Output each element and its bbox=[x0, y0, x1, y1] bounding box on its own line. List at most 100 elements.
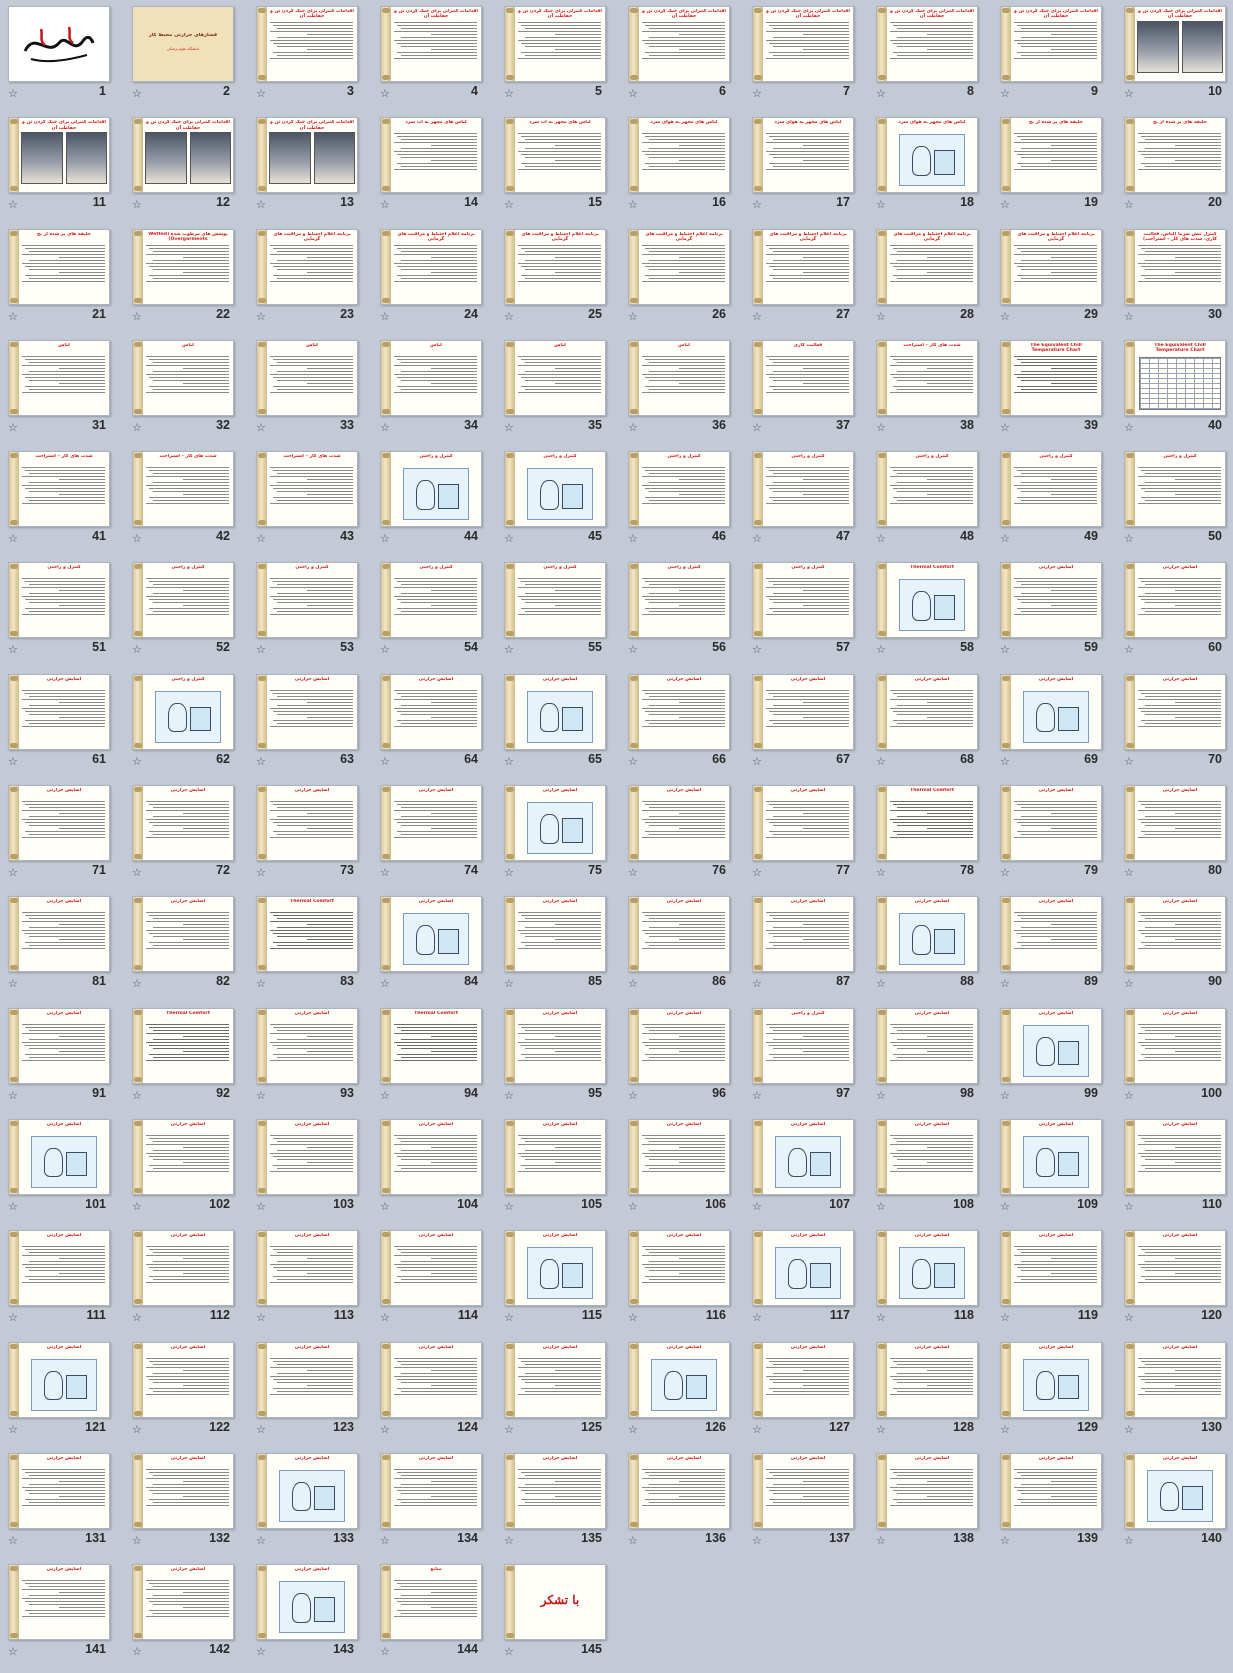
transition-star-icon[interactable]: ☆ bbox=[1124, 311, 1134, 322]
transition-star-icon[interactable]: ☆ bbox=[876, 1424, 886, 1435]
transition-star-icon[interactable]: ☆ bbox=[380, 1090, 390, 1101]
transition-star-icon[interactable]: ☆ bbox=[1000, 311, 1010, 322]
slide-thumbnail[interactable]: جلیقه های پر شده از یخ bbox=[8, 228, 110, 305]
slide-thumbnail[interactable]: اقدامات کنترلی برای خنک کردن تن و حفاظت … bbox=[256, 6, 358, 82]
slide-thumbnail[interactable]: لباس bbox=[132, 339, 234, 416]
transition-star-icon[interactable]: ☆ bbox=[628, 1312, 638, 1323]
transition-star-icon[interactable]: ☆ bbox=[628, 1090, 638, 1101]
slide-thumbnail[interactable]: کنترل و راحتی bbox=[1124, 451, 1226, 528]
slide-thumbnail[interactable]: اقدامات کنترلی برای خنک کردن تن و حفاظت … bbox=[504, 6, 606, 82]
slide-thumbnail[interactable]: آسایش حرارتی bbox=[504, 785, 606, 862]
transition-star-icon[interactable]: ☆ bbox=[132, 1312, 142, 1323]
transition-star-icon[interactable]: ☆ bbox=[132, 1201, 142, 1212]
transition-star-icon[interactable]: ☆ bbox=[8, 978, 18, 989]
transition-star-icon[interactable]: ☆ bbox=[380, 199, 390, 210]
transition-star-icon[interactable]: ☆ bbox=[876, 1535, 886, 1546]
transition-star-icon[interactable]: ☆ bbox=[504, 533, 514, 544]
transition-star-icon[interactable]: ☆ bbox=[1000, 1424, 1010, 1435]
slide-thumbnail[interactable]: برنامه اعلام احتیاط و مراقبت های گرمایی bbox=[628, 228, 730, 305]
transition-star-icon[interactable]: ☆ bbox=[256, 756, 266, 767]
transition-star-icon[interactable]: ☆ bbox=[628, 422, 638, 433]
transition-star-icon[interactable]: ☆ bbox=[8, 1646, 18, 1657]
transition-star-icon[interactable]: ☆ bbox=[8, 199, 18, 210]
slide-thumbnail[interactable]: کنترل و راحتی bbox=[8, 562, 110, 639]
transition-star-icon[interactable]: ☆ bbox=[1124, 1090, 1134, 1101]
transition-star-icon[interactable]: ☆ bbox=[1000, 1201, 1010, 1212]
transition-star-icon[interactable]: ☆ bbox=[380, 422, 390, 433]
transition-star-icon[interactable]: ☆ bbox=[752, 1312, 762, 1323]
transition-star-icon[interactable]: ☆ bbox=[752, 867, 762, 878]
slide-thumbnail[interactable]: کنترل و راحتی bbox=[628, 562, 730, 639]
transition-star-icon[interactable]: ☆ bbox=[752, 1535, 762, 1546]
slide-thumbnail[interactable]: The Equivalent Chill Temperature Chart bbox=[1000, 339, 1102, 416]
transition-star-icon[interactable]: ☆ bbox=[8, 644, 18, 655]
slide-thumbnail[interactable]: اقدامات کنترلی برای خنک کردن تن و حفاظت … bbox=[380, 6, 482, 82]
slide-thumbnail[interactable]: آسایش حرارتی bbox=[8, 785, 110, 862]
transition-star-icon[interactable]: ☆ bbox=[1124, 978, 1134, 989]
transition-star-icon[interactable]: ☆ bbox=[256, 533, 266, 544]
slide-thumbnail[interactable]: آسایش حرارتی bbox=[504, 896, 606, 973]
slide-thumbnail[interactable]: شدت های کار – استراحت bbox=[876, 339, 978, 416]
transition-star-icon[interactable]: ☆ bbox=[752, 978, 762, 989]
slide-thumbnail[interactable]: آسایش حرارتی bbox=[8, 1452, 110, 1529]
transition-star-icon[interactable]: ☆ bbox=[752, 199, 762, 210]
slide-thumbnail[interactable]: برنامه اعلام احتیاط و مراقبت های گرمایی bbox=[256, 228, 358, 305]
slide-thumbnail[interactable]: آسایش حرارتی bbox=[1124, 562, 1226, 639]
transition-star-icon[interactable]: ☆ bbox=[504, 1535, 514, 1546]
transition-star-icon[interactable]: ☆ bbox=[1124, 199, 1134, 210]
slide-thumbnail[interactable]: آسایش حرارتی bbox=[1000, 562, 1102, 639]
slide-thumbnail[interactable]: Thermal Comfort bbox=[132, 1007, 234, 1084]
slide-thumbnail[interactable]: آسایش حرارتی bbox=[1124, 1230, 1226, 1307]
transition-star-icon[interactable]: ☆ bbox=[8, 1090, 18, 1101]
slide-thumbnail[interactable]: آسایش حرارتی bbox=[1000, 896, 1102, 973]
transition-star-icon[interactable]: ☆ bbox=[628, 756, 638, 767]
transition-star-icon[interactable]: ☆ bbox=[1000, 644, 1010, 655]
slide-thumbnail[interactable]: برنامه اعلام احتیاط و مراقبت های گرمایی bbox=[1000, 228, 1102, 305]
slide-thumbnail[interactable]: اقدامات کنترلی برای خنک کردن تن و حفاظت … bbox=[1124, 6, 1226, 82]
transition-star-icon[interactable]: ☆ bbox=[628, 88, 638, 99]
slide-thumbnail[interactable]: آسایش حرارتی bbox=[132, 1230, 234, 1307]
slide-thumbnail[interactable]: آسایش حرارتی bbox=[1000, 1341, 1102, 1418]
slide-thumbnail[interactable]: آسایش حرارتی bbox=[256, 1452, 358, 1529]
transition-star-icon[interactable]: ☆ bbox=[504, 1090, 514, 1101]
transition-star-icon[interactable]: ☆ bbox=[380, 1201, 390, 1212]
slide-thumbnail[interactable]: آسایش حرارتی bbox=[256, 1564, 358, 1641]
transition-star-icon[interactable]: ☆ bbox=[504, 1201, 514, 1212]
transition-star-icon[interactable]: ☆ bbox=[380, 533, 390, 544]
slide-thumbnail[interactable]: آسایش حرارتی bbox=[132, 785, 234, 862]
transition-star-icon[interactable]: ☆ bbox=[132, 88, 142, 99]
slide-thumbnail[interactable]: آسایش حرارتی bbox=[380, 1118, 482, 1195]
slide-thumbnail[interactable]: The Equivalent Chill Temperature Chart bbox=[1124, 339, 1226, 416]
slide-thumbnail[interactable]: آسایش حرارتی bbox=[1000, 1007, 1102, 1084]
transition-star-icon[interactable]: ☆ bbox=[628, 1201, 638, 1212]
transition-star-icon[interactable]: ☆ bbox=[876, 1201, 886, 1212]
slide-thumbnail[interactable]: آسایش حرارتی bbox=[8, 1118, 110, 1195]
slide-thumbnail[interactable]: برنامه اعلام احتیاط و مراقبت های گرمایی bbox=[752, 228, 854, 305]
transition-star-icon[interactable]: ☆ bbox=[752, 1090, 762, 1101]
transition-star-icon[interactable]: ☆ bbox=[628, 867, 638, 878]
transition-star-icon[interactable]: ☆ bbox=[1124, 1424, 1134, 1435]
transition-star-icon[interactable]: ☆ bbox=[504, 978, 514, 989]
slide-thumbnail[interactable]: لباس های مجهز به هوای سرد bbox=[752, 117, 854, 194]
transition-star-icon[interactable]: ☆ bbox=[256, 1201, 266, 1212]
transition-star-icon[interactable]: ☆ bbox=[256, 1646, 266, 1657]
transition-star-icon[interactable]: ☆ bbox=[380, 1646, 390, 1657]
transition-star-icon[interactable]: ☆ bbox=[504, 1312, 514, 1323]
slide-thumbnail[interactable]: آسایش حرارتی bbox=[628, 1230, 730, 1307]
transition-star-icon[interactable]: ☆ bbox=[628, 1535, 638, 1546]
transition-star-icon[interactable]: ☆ bbox=[380, 1424, 390, 1435]
slide-thumbnail[interactable]: آسایش حرارتی bbox=[1000, 785, 1102, 862]
slide-thumbnail[interactable]: آسایش حرارتی bbox=[132, 1452, 234, 1529]
transition-star-icon[interactable]: ☆ bbox=[8, 1535, 18, 1546]
transition-star-icon[interactable]: ☆ bbox=[628, 533, 638, 544]
transition-star-icon[interactable]: ☆ bbox=[504, 756, 514, 767]
slide-thumbnail[interactable]: کنترل تنش سرما (لباس، فعالیت کاری، شدت ه… bbox=[1124, 228, 1226, 305]
slide-thumbnail[interactable]: با تشکر bbox=[504, 1564, 606, 1641]
transition-star-icon[interactable]: ☆ bbox=[752, 756, 762, 767]
slide-thumbnail[interactable]: آسایش حرارتی bbox=[1124, 896, 1226, 973]
transition-star-icon[interactable]: ☆ bbox=[8, 1312, 18, 1323]
slide-thumbnail[interactable]: آسایش حرارتی bbox=[132, 896, 234, 973]
transition-star-icon[interactable]: ☆ bbox=[504, 1646, 514, 1657]
slide-thumbnail[interactable]: آسایش حرارتی bbox=[1124, 1118, 1226, 1195]
slide-thumbnail[interactable]: کنترل و راحتی bbox=[380, 562, 482, 639]
